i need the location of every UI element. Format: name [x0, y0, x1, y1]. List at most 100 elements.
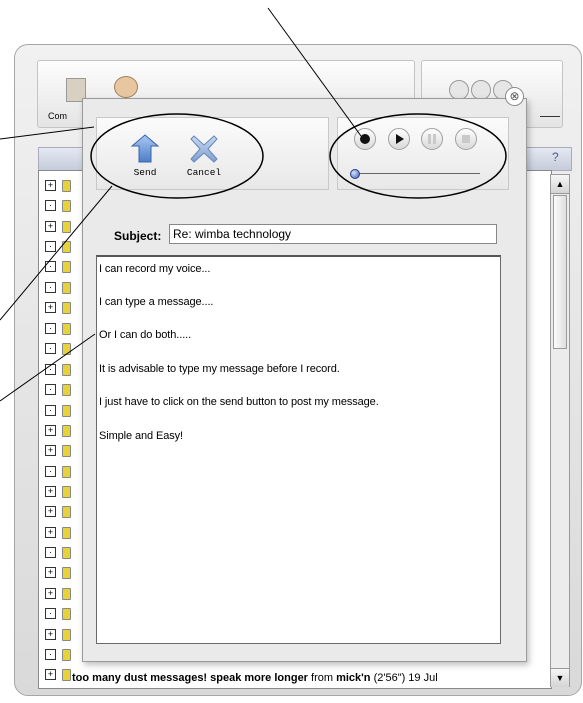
speaker-icon: [62, 527, 71, 539]
subject-input[interactable]: [169, 224, 497, 244]
cancel-x-icon: [190, 135, 218, 163]
volume-slider-knob[interactable]: [350, 169, 360, 179]
help-icon[interactable]: ?: [552, 150, 559, 164]
expand-icon[interactable]: +: [45, 567, 56, 578]
send-button[interactable]: Send: [125, 134, 165, 178]
list-item[interactable]: +: [45, 425, 75, 437]
speaker-icon: [62, 547, 71, 559]
collapse-icon[interactable]: ·: [45, 608, 56, 619]
list-item[interactable]: +: [45, 669, 75, 681]
list-item[interactable]: +: [45, 506, 75, 518]
list-item[interactable]: ·: [45, 261, 75, 273]
collapse-icon[interactable]: ·: [45, 384, 56, 395]
pause-button[interactable]: [421, 128, 443, 150]
speaker-icon: [62, 241, 71, 253]
toolbar-circle-button[interactable]: [449, 80, 469, 100]
list-item[interactable]: +: [45, 180, 75, 192]
expand-icon[interactable]: +: [45, 425, 56, 436]
speaker-icon: [62, 405, 71, 417]
close-icon[interactable]: ⊗: [505, 87, 524, 106]
list-item[interactable]: ·: [45, 364, 75, 376]
speaker-icon: [62, 343, 71, 355]
speaker-icon: [62, 486, 71, 498]
toolbar-divider: [540, 116, 560, 117]
collapse-icon[interactable]: ·: [45, 649, 56, 660]
list-item[interactable]: ·: [45, 282, 75, 294]
toolbar-circle-button[interactable]: [471, 80, 491, 100]
list-item-author: mick'n: [336, 672, 371, 684]
collapse-icon[interactable]: ·: [45, 405, 56, 416]
list-item[interactable]: ·: [45, 466, 75, 478]
message-line: I just have to click on the send button …: [99, 396, 379, 408]
list-item[interactable]: +: [45, 221, 75, 233]
collapse-icon[interactable]: ·: [45, 547, 56, 558]
list-item[interactable]: ·: [45, 241, 75, 253]
expand-icon[interactable]: +: [45, 302, 56, 313]
list-item[interactable]: ·: [45, 405, 75, 417]
scroll-up-button[interactable]: ▲: [551, 175, 569, 194]
list-item[interactable]: ·: [45, 323, 75, 335]
speaker-icon: [62, 261, 71, 273]
list-item[interactable]: +: [45, 445, 75, 457]
collapse-icon[interactable]: ·: [45, 343, 56, 354]
scroll-thumb[interactable]: [553, 195, 567, 349]
send-label: Send: [133, 167, 157, 178]
list-item-title: too many dust messages! speak more longe…: [72, 672, 308, 684]
scroll-down-button[interactable]: ▼: [551, 668, 569, 687]
expand-icon[interactable]: +: [45, 180, 56, 191]
cancel-label: Cancel: [186, 167, 222, 178]
collapse-icon[interactable]: ·: [45, 282, 56, 293]
list-item[interactable]: ·: [45, 384, 75, 396]
speaker-icon: [62, 302, 71, 314]
expand-icon[interactable]: +: [45, 527, 56, 538]
list-item[interactable]: ·: [45, 200, 75, 212]
list-item[interactable]: ·: [45, 608, 75, 620]
collapse-icon[interactable]: ·: [45, 241, 56, 252]
list-item[interactable]: +: [45, 486, 75, 498]
message-line: I can record my voice...: [99, 263, 211, 275]
toolbar-icon[interactable]: [114, 76, 138, 98]
expand-icon[interactable]: +: [45, 588, 56, 599]
list-item[interactable]: ·: [45, 649, 75, 661]
list-scrollbar[interactable]: ▲ ▼: [550, 174, 570, 687]
list-item[interactable]: +: [45, 588, 75, 600]
speaker-icon: [62, 649, 71, 661]
expand-icon[interactable]: +: [45, 486, 56, 497]
collapse-icon[interactable]: ·: [45, 364, 56, 375]
expand-icon[interactable]: +: [45, 669, 56, 680]
stop-button[interactable]: [455, 128, 477, 150]
speaker-icon: [62, 364, 71, 376]
volume-slider-track[interactable]: [354, 173, 480, 174]
collapse-icon[interactable]: ·: [45, 261, 56, 272]
list-item[interactable]: +: [45, 527, 75, 539]
list-item[interactable]: +: [45, 567, 75, 579]
speaker-icon: [62, 323, 71, 335]
list-item[interactable]: ·: [45, 343, 75, 355]
speaker-icon: [62, 567, 71, 579]
speaker-icon: [62, 588, 71, 600]
message-line: It is advisable to type my message befor…: [99, 363, 340, 375]
speaker-icon: [62, 629, 71, 641]
cancel-button[interactable]: Cancel: [182, 134, 226, 178]
collapse-icon[interactable]: ·: [45, 323, 56, 334]
expand-icon[interactable]: +: [45, 629, 56, 640]
list-item[interactable]: +: [45, 629, 75, 641]
speaker-icon: [62, 466, 71, 478]
speaker-icon: [62, 180, 71, 192]
expand-icon[interactable]: +: [45, 221, 56, 232]
list-item[interactable]: +: [45, 302, 75, 314]
list-item[interactable]: too many dust messages! speak more longe…: [72, 672, 438, 684]
message-body[interactable]: I can record my voice... I can type a mes…: [96, 255, 501, 644]
expand-icon[interactable]: +: [45, 445, 56, 456]
subject-label: Subject:: [114, 229, 162, 243]
collapse-icon[interactable]: ·: [45, 466, 56, 477]
list-item[interactable]: ·: [45, 547, 75, 559]
play-button[interactable]: [388, 128, 410, 150]
speaker-icon: [62, 608, 71, 620]
message-line: Simple and Easy!: [99, 430, 183, 442]
expand-icon[interactable]: +: [45, 506, 56, 517]
pause-icon: [428, 134, 436, 144]
collapse-icon[interactable]: ·: [45, 200, 56, 211]
record-button[interactable]: [354, 128, 376, 150]
list-item-meta: (2'56") 19 Jul: [370, 672, 438, 684]
